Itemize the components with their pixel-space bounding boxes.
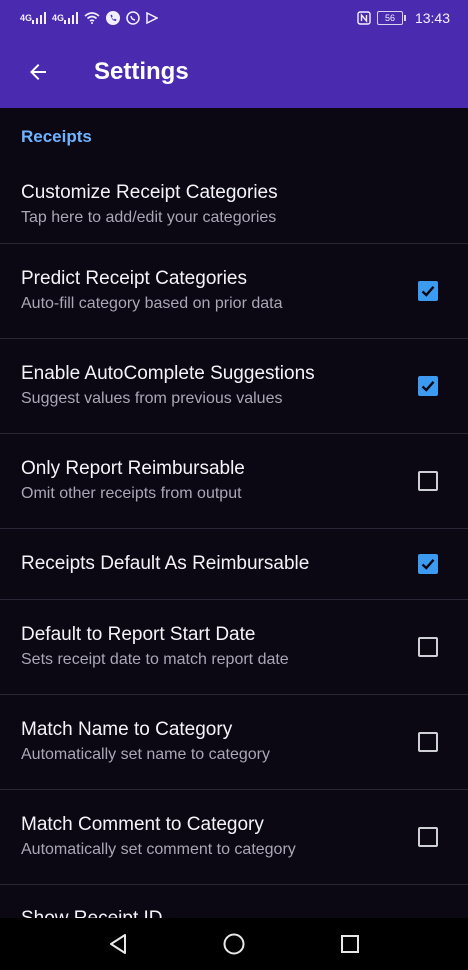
checkbox[interactable] bbox=[418, 281, 438, 301]
pref-show-receipt-id[interactable]: Show Receipt ID bbox=[0, 885, 468, 918]
app-bar: Settings bbox=[0, 35, 468, 108]
checkbox[interactable] bbox=[418, 827, 438, 847]
pref-default-start-date[interactable]: Default to Report Start Date Sets receip… bbox=[0, 600, 468, 695]
nav-home-button[interactable] bbox=[219, 929, 249, 959]
square-recents-icon bbox=[341, 935, 359, 953]
pref-subtitle: Sets receipt date to match report date bbox=[21, 651, 289, 668]
checkbox[interactable] bbox=[418, 376, 438, 396]
check-icon bbox=[421, 559, 435, 570]
battery-icon: 56 bbox=[376, 10, 406, 25]
pref-match-name[interactable]: Match Name to Category Automatically set… bbox=[0, 695, 468, 790]
nav-recents-button[interactable] bbox=[335, 929, 365, 959]
pref-customize-categories[interactable]: Customize Receipt Categories Tap here to… bbox=[0, 166, 468, 244]
pref-title: Customize Receipt Categories bbox=[21, 181, 278, 203]
pref-title: Only Report Reimbursable bbox=[21, 458, 245, 479]
whatsapp-icon bbox=[126, 10, 140, 25]
system-nav-bar bbox=[0, 918, 468, 970]
checkbox[interactable] bbox=[418, 637, 438, 657]
arrow-left-icon bbox=[30, 63, 46, 80]
pref-subtitle: Automatically set comment to category bbox=[21, 841, 296, 858]
pref-subtitle: Tap here to add/edit your categories bbox=[21, 208, 277, 226]
section-header-receipts: Receipts bbox=[21, 127, 92, 146]
checkbox[interactable] bbox=[418, 554, 438, 574]
status-bar: 4G 4G 56 13:43 bbox=[0, 0, 468, 35]
triangle-back-icon bbox=[110, 934, 126, 954]
pref-predict-categories[interactable]: Predict Receipt Categories Auto-fill cat… bbox=[0, 244, 468, 339]
nav-back-button[interactable] bbox=[103, 929, 133, 959]
pref-autocomplete[interactable]: Enable AutoComplete Suggestions Suggest … bbox=[0, 339, 468, 434]
pref-title: Match Comment to Category bbox=[21, 814, 264, 835]
pref-title: Predict Receipt Categories bbox=[21, 268, 247, 289]
circle-home-icon bbox=[223, 933, 245, 955]
pref-subtitle: Suggest values from previous values bbox=[21, 390, 283, 407]
clock: 13:43 bbox=[414, 9, 450, 26]
pref-title: Enable AutoComplete Suggestions bbox=[21, 363, 315, 384]
settings-list[interactable]: Receipts Customize Receipt Categories Ta… bbox=[0, 108, 468, 918]
pref-match-comment[interactable]: Match Comment to Category Automatically … bbox=[0, 790, 468, 885]
pref-title: Show Receipt ID bbox=[21, 907, 388, 918]
status-right: 56 13:43 bbox=[357, 10, 450, 26]
pref-subtitle: Omit other receipts from output bbox=[21, 485, 242, 502]
pref-subtitle: Automatically set name to category bbox=[21, 746, 271, 763]
network-type-1: 4G bbox=[20, 12, 33, 23]
signal-icon: 4G bbox=[20, 11, 47, 24]
check-icon bbox=[421, 381, 435, 392]
wifi-icon bbox=[84, 11, 100, 24]
nfc-icon bbox=[357, 10, 371, 25]
signal-icon-2: 4G bbox=[52, 11, 79, 24]
status-left: 4G 4G bbox=[20, 10, 159, 25]
checkbox[interactable] bbox=[418, 732, 438, 752]
check-icon bbox=[421, 286, 435, 297]
pref-title: Default to Report Start Date bbox=[21, 624, 256, 645]
network-type-2: 4G bbox=[52, 12, 65, 23]
page-title: Settings bbox=[94, 57, 189, 85]
media-icon bbox=[146, 11, 159, 24]
pref-only-reimbursable[interactable]: Only Report Reimbursable Omit other rece… bbox=[0, 434, 468, 529]
pref-default-reimbursable[interactable]: Receipts Default As Reimbursable bbox=[0, 529, 468, 600]
checkbox[interactable] bbox=[418, 471, 438, 491]
pref-title: Receipts Default As Reimbursable bbox=[21, 553, 310, 574]
battery-level: 56 bbox=[384, 12, 395, 23]
back-button[interactable] bbox=[20, 54, 56, 90]
pref-subtitle: Auto-fill category based on prior data bbox=[21, 295, 283, 312]
pref-title: Match Name to Category bbox=[21, 719, 233, 740]
phone-icon bbox=[106, 10, 121, 25]
